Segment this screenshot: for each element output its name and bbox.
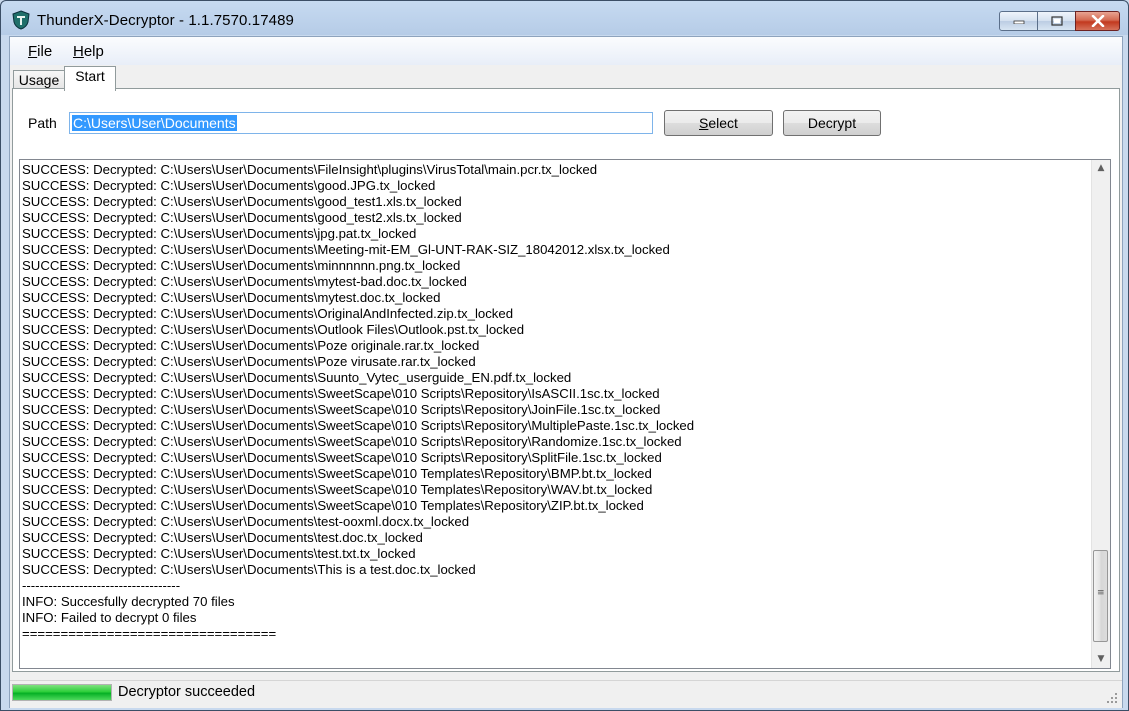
log-line: SUCCESS: Decrypted: C:\Users\User\Docume… xyxy=(22,418,695,433)
path-input-value: C:\Users\User\Documents xyxy=(72,115,237,131)
menu-help[interactable]: Help xyxy=(73,43,104,60)
client-area: File Help Usage Start Path C:\Users\User… xyxy=(9,36,1123,708)
close-button[interactable] xyxy=(1075,11,1120,31)
log-line: SUCCESS: Decrypted: C:\Users\User\Docume… xyxy=(22,306,514,321)
menu-file-label: ile xyxy=(37,43,53,60)
app-window: ThunderX-Decryptor - 1.1.7570.17489 File… xyxy=(0,0,1129,711)
menu-help-label: elp xyxy=(83,43,104,60)
tab-strip: Usage Start xyxy=(10,65,1122,91)
progress-fill xyxy=(13,685,111,700)
grip-icon: ≡ xyxy=(1097,588,1105,598)
scroll-up-arrow-icon[interactable]: ▲ xyxy=(1092,160,1110,177)
scroll-down-arrow-icon[interactable]: ▼ xyxy=(1092,651,1110,668)
start-tab-page: Path C:\Users\User\Documents Select Decr… xyxy=(12,88,1120,672)
log-line: ================================= xyxy=(22,626,277,641)
tab-start[interactable]: Start xyxy=(64,66,116,91)
menu-file[interactable]: File xyxy=(28,43,52,60)
vertical-scrollbar[interactable]: ▲ ≡ ▼ xyxy=(1091,160,1110,668)
select-label-rest: elect xyxy=(708,115,738,131)
progress-bar xyxy=(12,684,112,701)
maximize-button[interactable] xyxy=(1037,11,1076,31)
title-bar[interactable]: ThunderX-Decryptor - 1.1.7570.17489 xyxy=(1,1,1128,35)
maximize-icon xyxy=(1050,16,1063,26)
log-line: SUCCESS: Decrypted: C:\Users\User\Docume… xyxy=(22,434,682,449)
log-line: SUCCESS: Decrypted: C:\Users\User\Docume… xyxy=(22,546,416,561)
close-icon xyxy=(1091,15,1104,27)
menu-bar: File Help xyxy=(10,37,1122,65)
shield-logo-icon xyxy=(12,10,30,30)
log-line: SUCCESS: Decrypted: C:\Users\User\Docume… xyxy=(22,450,662,465)
log-line: SUCCESS: Decrypted: C:\Users\User\Docume… xyxy=(22,562,476,577)
scroll-thumb[interactable]: ≡ xyxy=(1093,550,1108,642)
log-line: SUCCESS: Decrypted: C:\Users\User\Docume… xyxy=(22,370,572,385)
log-line: SUCCESS: Decrypted: C:\Users\User\Docume… xyxy=(22,178,436,193)
select-button-label: Select xyxy=(699,115,738,131)
menu-help-accelerator: H xyxy=(73,43,84,60)
log-line: SUCCESS: Decrypted: C:\Users\User\Docume… xyxy=(22,338,480,353)
minimize-button[interactable] xyxy=(999,11,1038,31)
log-line: SUCCESS: Decrypted: C:\Users\User\Docume… xyxy=(22,162,598,177)
log-line: INFO: Failed to decrypt 0 files xyxy=(22,610,197,625)
log-lines: SUCCESS: Decrypted: C:\Users\User\Docume… xyxy=(22,162,1088,642)
log-line: SUCCESS: Decrypted: C:\Users\User\Docume… xyxy=(22,210,462,225)
log-line: SUCCESS: Decrypted: C:\Users\User\Docume… xyxy=(22,482,653,497)
status-bar: Decryptor succeeded xyxy=(10,680,1122,708)
log-line: SUCCESS: Decrypted: C:\Users\User\Docume… xyxy=(22,194,462,209)
log-line: SUCCESS: Decrypted: C:\Users\User\Docume… xyxy=(22,466,652,481)
resize-grip-icon[interactable] xyxy=(1106,692,1118,704)
log-line: SUCCESS: Decrypted: C:\Users\User\Docume… xyxy=(22,274,467,289)
log-line: SUCCESS: Decrypted: C:\Users\User\Docume… xyxy=(22,242,670,257)
decrypt-button[interactable]: Decrypt xyxy=(783,110,881,136)
select-accelerator: S xyxy=(699,115,709,131)
log-line: SUCCESS: Decrypted: C:\Users\User\Docume… xyxy=(22,322,525,337)
tab-usage[interactable]: Usage xyxy=(13,70,65,90)
select-button[interactable]: Select xyxy=(664,110,773,136)
window-title: ThunderX-Decryptor - 1.1.7570.17489 xyxy=(37,12,294,29)
path-input[interactable]: C:\Users\User\Documents xyxy=(69,112,653,134)
log-line: INFO: Succesfully decrypted 70 files xyxy=(22,594,235,609)
log-line: SUCCESS: Decrypted: C:\Users\User\Docume… xyxy=(22,514,470,529)
log-line: ------------------------------------ xyxy=(22,578,181,593)
menu-file-accelerator: F xyxy=(28,43,38,60)
log-line: SUCCESS: Decrypted: C:\Users\User\Docume… xyxy=(22,258,461,273)
minimize-icon xyxy=(1013,20,1024,24)
log-line: SUCCESS: Decrypted: C:\Users\User\Docume… xyxy=(22,226,417,241)
log-line: SUCCESS: Decrypted: C:\Users\User\Docume… xyxy=(22,354,476,369)
log-line: SUCCESS: Decrypted: C:\Users\User\Docume… xyxy=(22,386,660,401)
log-line: SUCCESS: Decrypted: C:\Users\User\Docume… xyxy=(22,402,661,417)
status-text: Decryptor succeeded xyxy=(118,684,256,700)
path-label: Path xyxy=(28,115,57,131)
log-line: SUCCESS: Decrypted: C:\Users\User\Docume… xyxy=(22,498,644,513)
log-output[interactable]: SUCCESS: Decrypted: C:\Users\User\Docume… xyxy=(19,159,1111,669)
log-line: SUCCESS: Decrypted: C:\Users\User\Docume… xyxy=(22,530,423,545)
log-line: SUCCESS: Decrypted: C:\Users\User\Docume… xyxy=(22,290,441,305)
